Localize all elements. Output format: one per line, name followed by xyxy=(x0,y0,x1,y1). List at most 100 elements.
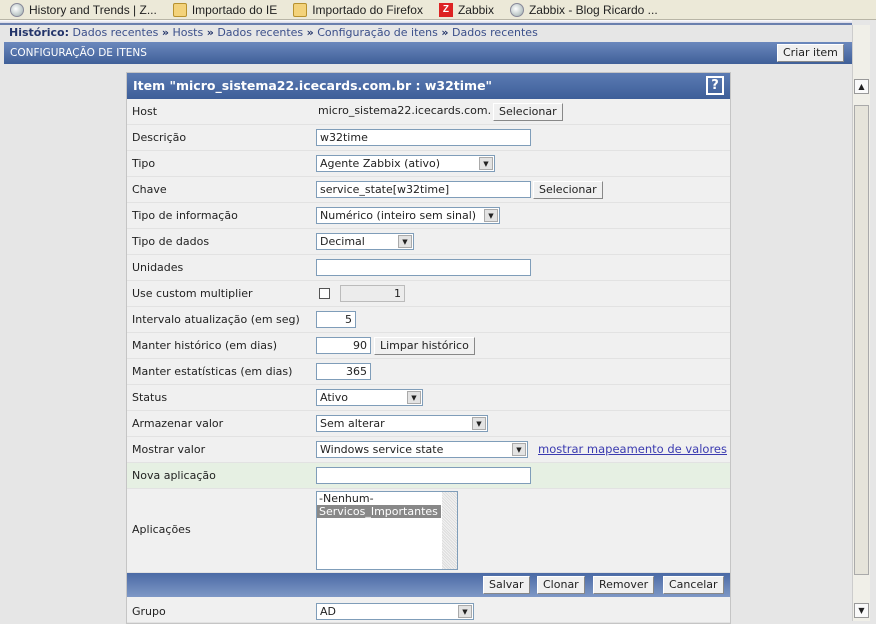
breadcrumb-link[interactable]: Dados recentes xyxy=(73,26,159,39)
bookmark-label: Zabbix - Blog Ricardo ... xyxy=(528,2,658,17)
breadcrumb-link[interactable]: Hosts xyxy=(172,26,203,39)
label: Status xyxy=(132,391,168,404)
label: Manter estatísticas (em dias) xyxy=(132,365,293,378)
row-unidades: Unidades xyxy=(127,255,730,281)
label: Host xyxy=(132,105,158,118)
label: Nova aplicação xyxy=(132,469,216,482)
label: Use custom multiplier xyxy=(132,287,253,300)
select-host-button[interactable]: Selecionar xyxy=(493,103,563,121)
description-input[interactable]: w32time xyxy=(316,129,531,146)
row-nova-aplicacao: Nova aplicação xyxy=(127,463,730,489)
trends-input[interactable]: 365 xyxy=(316,363,371,380)
bookmarks-bar: History and Trends | Z... Importado do I… xyxy=(0,0,876,20)
list-option[interactable]: -Nenhum- xyxy=(317,492,441,505)
select-value: Sem alterar xyxy=(320,417,385,430)
chevron-down-icon: ▼ xyxy=(458,605,472,618)
bookmark-importado-firefox[interactable]: Importado do Firefox xyxy=(293,2,423,17)
row-armazenar: Armazenar valor Sem alterar ▼ xyxy=(127,411,730,437)
scrollbar-thumb[interactable] xyxy=(854,105,869,575)
interval-input[interactable]: 5 xyxy=(316,311,356,328)
applications-list[interactable]: -Nenhum- Servicos_Importantes xyxy=(316,491,458,570)
host-value: micro_sistema22.icecards.com.br xyxy=(318,104,492,117)
row-intervalo: Intervalo atualização (em seg) 5 xyxy=(127,307,730,333)
status-select[interactable]: Ativo ▼ xyxy=(316,389,423,406)
new-application-input[interactable] xyxy=(316,467,531,484)
select-value: Windows service state xyxy=(320,443,444,456)
remove-button[interactable]: Remover xyxy=(593,576,655,594)
breadcrumb-link[interactable]: Configuração de itens xyxy=(317,26,438,39)
bookmark-zabbix-blog[interactable]: Zabbix - Blog Ricardo ... xyxy=(509,2,658,17)
multiplier-checkbox[interactable] xyxy=(319,288,330,299)
history-input[interactable]: 90 xyxy=(316,337,371,354)
globe-icon xyxy=(509,2,524,17)
bookmark-label: History and Trends | Z... xyxy=(29,2,157,17)
value-mapping-link[interactable]: mostrar mapeamento de valores xyxy=(538,442,727,456)
page-title: CONFIGURAÇÃO DE ITENS xyxy=(10,47,147,59)
chevron-down-icon: ▼ xyxy=(398,235,412,248)
breadcrumb-link[interactable]: Dados recentes xyxy=(217,26,303,39)
row-descricao: Descrição w32time xyxy=(127,125,730,151)
select-value: Numérico (inteiro sem sinal) xyxy=(320,209,477,222)
info-type-select[interactable]: Numérico (inteiro sem sinal) ▼ xyxy=(316,207,500,224)
select-value: Ativo xyxy=(320,391,348,404)
scroll-down-icon[interactable]: ▼ xyxy=(854,603,869,618)
label: Intervalo atualização (em seg) xyxy=(132,313,300,326)
select-key-button[interactable]: Selecionar xyxy=(533,181,603,199)
breadcrumb-prefix: Histórico: xyxy=(9,26,70,39)
label: Unidades xyxy=(132,261,184,274)
store-value-select[interactable]: Sem alterar ▼ xyxy=(316,415,488,432)
help-icon[interactable]: ? xyxy=(706,76,724,95)
save-button[interactable]: Salvar xyxy=(483,576,530,594)
cancel-button[interactable]: Cancelar xyxy=(663,576,724,594)
list-scrollbar[interactable] xyxy=(442,492,457,569)
row-tipo: Tipo Agente Zabbix (ativo) ▼ xyxy=(127,151,730,177)
breadcrumb-link[interactable]: Dados recentes xyxy=(452,26,538,39)
row-multiplier: Use custom multiplier 1 xyxy=(127,281,730,307)
chevron-down-icon: ▼ xyxy=(512,443,526,456)
bookmark-history-trends[interactable]: History and Trends | Z... xyxy=(10,2,157,17)
units-input[interactable] xyxy=(316,259,531,276)
row-host: Host micro_sistema22.icecards.com.br Selec… xyxy=(127,99,730,125)
breadcrumb-sep: » xyxy=(161,26,169,39)
breadcrumb: Histórico: Dados recentes » Hosts » Dado… xyxy=(9,26,538,39)
key-input[interactable]: service_state[w32time] xyxy=(316,181,531,198)
clear-history-button[interactable]: Limpar histórico xyxy=(374,337,475,355)
label: Armazenar valor xyxy=(132,417,224,430)
breadcrumb-sep: » xyxy=(441,26,449,39)
row-estatisticas: Manter estatísticas (em dias) 365 xyxy=(127,359,730,385)
clone-button[interactable]: Clonar xyxy=(537,576,585,594)
item-form: Item "micro_sistema22.icecards.com.br : … xyxy=(126,72,731,624)
data-type-select[interactable]: Decimal ▼ xyxy=(316,233,414,250)
row-grupo: Grupo AD ▼ xyxy=(127,597,730,623)
row-tipo-dados: Tipo de dados Decimal ▼ xyxy=(127,229,730,255)
group-select[interactable]: AD ▼ xyxy=(316,603,474,620)
select-value: Decimal xyxy=(320,235,365,248)
multiplier-input[interactable]: 1 xyxy=(340,285,405,302)
scroll-up-icon[interactable]: ▲ xyxy=(854,79,869,94)
type-select[interactable]: Agente Zabbix (ativo) ▼ xyxy=(316,155,495,172)
bookmark-label: Importado do IE xyxy=(191,2,278,17)
row-historico: Manter histórico (em dias) 90 Limpar histó… xyxy=(127,333,730,359)
label: Grupo xyxy=(132,605,166,618)
row-aplicacoes: Aplicações -Nenhum- Servicos_Importantes xyxy=(127,489,730,573)
select-value: AD xyxy=(320,605,336,618)
form-title-bar: Item "micro_sistema22.icecards.com.br : … xyxy=(127,73,730,99)
form-title: Item "micro_sistema22.icecards.com.br : … xyxy=(133,78,493,93)
bookmark-label: Zabbix xyxy=(457,2,494,17)
chevron-down-icon: ▼ xyxy=(472,417,486,430)
show-value-select[interactable]: Windows service state ▼ xyxy=(316,441,528,458)
list-option-selected[interactable]: Servicos_Importantes xyxy=(317,505,441,518)
label: Tipo de dados xyxy=(132,235,210,248)
bookmark-zabbix[interactable]: Z Zabbix xyxy=(438,2,494,17)
bookmark-importado-ie[interactable]: Importado do IE xyxy=(172,2,278,17)
breadcrumb-sep: » xyxy=(306,26,314,39)
select-value: Agente Zabbix (ativo) xyxy=(320,157,441,170)
label: Manter histórico (em dias) xyxy=(132,339,278,352)
chevron-down-icon: ▼ xyxy=(484,209,498,222)
top-divider xyxy=(0,20,852,25)
page-scrollbar[interactable]: ▲ ▼ xyxy=(852,25,870,621)
folder-icon xyxy=(293,2,308,17)
bookmark-label: Importado do Firefox xyxy=(312,2,423,17)
label: Chave xyxy=(132,183,167,196)
create-item-button[interactable]: Criar item xyxy=(777,44,844,62)
